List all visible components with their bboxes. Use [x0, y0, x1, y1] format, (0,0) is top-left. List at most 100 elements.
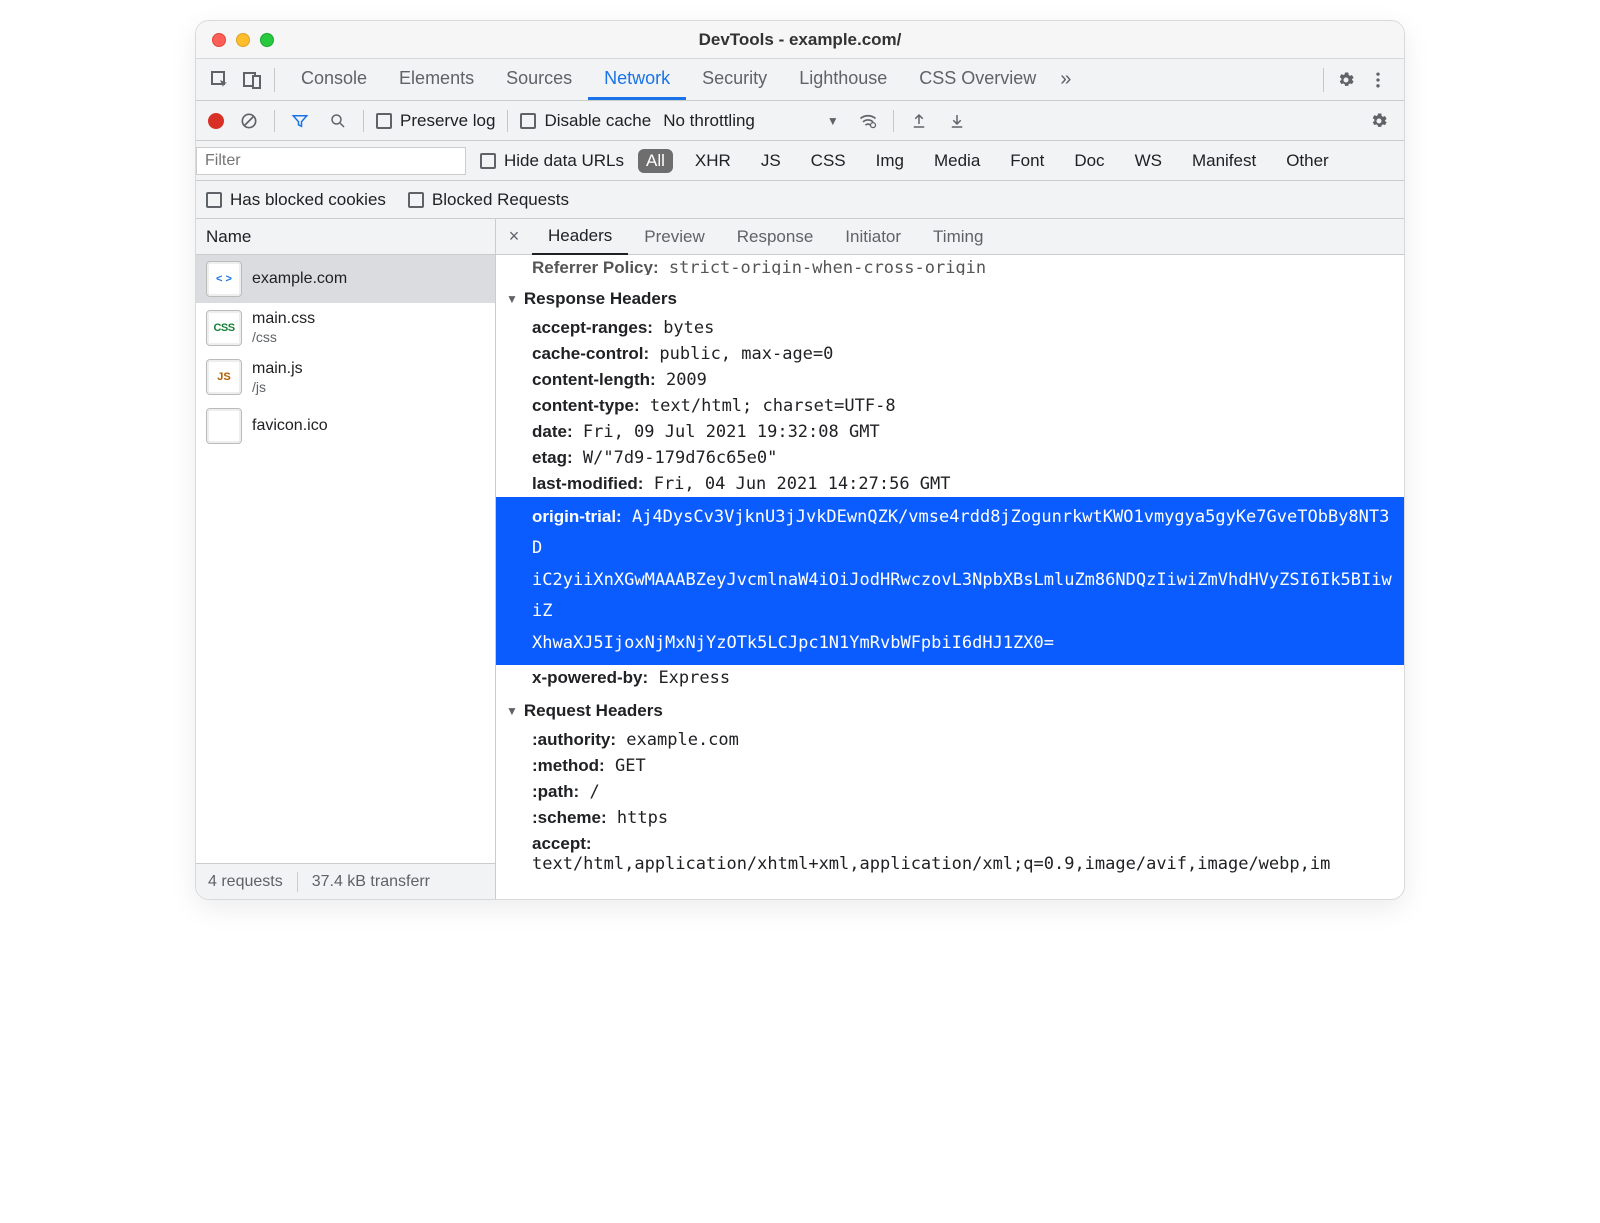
filter-pill-doc[interactable]: Doc: [1066, 149, 1112, 173]
network-conditions-icon[interactable]: [855, 108, 881, 134]
device-toolbar-icon[interactable]: [236, 64, 268, 96]
inspect-element-icon[interactable]: [204, 64, 236, 96]
header-row: :path: /: [496, 779, 1404, 805]
tab-elements[interactable]: Elements: [383, 59, 490, 100]
main-tabstrip: Console Elements Sources Network Securit…: [196, 59, 1404, 101]
disable-cache-label: Disable cache: [544, 111, 651, 131]
settings-icon[interactable]: [1330, 64, 1362, 96]
separator: [1323, 68, 1324, 92]
record-button[interactable]: [208, 113, 224, 129]
filter-pill-all[interactable]: All: [638, 149, 673, 173]
throttling-dropdown[interactable]: No throttling ▼: [663, 111, 843, 131]
filter-pill-media[interactable]: Media: [926, 149, 988, 173]
main-tabs: Console Elements Sources Network Securit…: [285, 59, 1052, 100]
request-row[interactable]: favicon.ico: [196, 402, 495, 450]
status-transfer-size: 37.4 kB transferr: [312, 873, 430, 891]
detail-tabs: × Headers Preview Response Initiator Tim…: [496, 219, 1404, 255]
kebab-menu-icon[interactable]: [1362, 64, 1394, 96]
blocked-requests-label: Blocked Requests: [432, 190, 569, 210]
tab-security[interactable]: Security: [686, 59, 783, 100]
request-headers-label: Request Headers: [524, 701, 663, 721]
header-row: x-powered-by: Express: [496, 665, 1404, 691]
filter-bar-2: Has blocked cookies Blocked Requests: [196, 181, 1404, 219]
request-row[interactable]: JS main.js /js: [196, 353, 495, 403]
titlebar: DevTools - example.com/: [196, 21, 1404, 59]
header-row: Referrer Policy: strict-origin-when-cros…: [496, 255, 1404, 275]
filter-pill-img[interactable]: Img: [868, 149, 912, 173]
clear-icon[interactable]: [236, 108, 262, 134]
header-row: :authority: example.com: [496, 727, 1404, 753]
header-row: :scheme: https: [496, 805, 1404, 831]
filter-pill-xhr[interactable]: XHR: [687, 149, 739, 173]
request-detail-pane: × Headers Preview Response Initiator Tim…: [496, 219, 1404, 899]
hide-data-urls-checkbox[interactable]: Hide data URLs: [480, 151, 624, 171]
filter-pill-other[interactable]: Other: [1278, 149, 1337, 173]
filter-pill-css[interactable]: CSS: [803, 149, 854, 173]
filter-input[interactable]: [196, 147, 466, 175]
response-headers-label: Response Headers: [524, 289, 677, 309]
filter-pill-js[interactable]: JS: [753, 149, 789, 173]
headers-body[interactable]: Referrer Policy: strict-origin-when-cros…: [496, 255, 1404, 899]
filter-pill-font[interactable]: Font: [1002, 149, 1052, 173]
separator: [363, 110, 364, 132]
header-row: content-type: text/html; charset=UTF-8: [496, 393, 1404, 419]
response-headers-section[interactable]: ▼ Response Headers: [496, 279, 1404, 315]
header-row: etag: W/"7d9-179d76c65e0": [496, 445, 1404, 471]
css-file-icon: CSS: [206, 310, 242, 346]
filter-bar: Hide data URLs All XHR JS CSS Img Media …: [196, 141, 1404, 181]
request-headers-section[interactable]: ▼ Request Headers: [496, 691, 1404, 727]
request-list-pane: Name < > example.com CSS main.css /css: [196, 219, 496, 899]
disable-cache-checkbox[interactable]: Disable cache: [520, 111, 651, 131]
separator: [507, 110, 508, 132]
header-row: :method: GET: [496, 753, 1404, 779]
request-path: /css: [252, 329, 315, 347]
blocked-requests-checkbox[interactable]: Blocked Requests: [408, 190, 569, 210]
search-icon[interactable]: [325, 108, 351, 134]
separator: [274, 68, 275, 92]
request-row[interactable]: < > example.com: [196, 255, 495, 303]
detail-tab-headers[interactable]: Headers: [532, 220, 628, 255]
hide-data-urls-label: Hide data URLs: [504, 151, 624, 171]
header-row: content-length: 2009: [496, 367, 1404, 393]
header-row-highlighted: origin-trial: Aj4DysCv3VjknU3jJvkDEwnQZK…: [496, 497, 1404, 665]
detail-tab-preview[interactable]: Preview: [628, 219, 720, 254]
request-name: main.css: [252, 309, 315, 329]
status-request-count: 4 requests: [208, 873, 283, 891]
request-row[interactable]: CSS main.css /css: [196, 303, 495, 353]
filter-pill-manifest[interactable]: Manifest: [1184, 149, 1264, 173]
tab-console[interactable]: Console: [285, 59, 383, 100]
generic-file-icon: [206, 408, 242, 444]
detail-tab-initiator[interactable]: Initiator: [829, 219, 917, 254]
request-path: /js: [252, 379, 303, 397]
name-column-header[interactable]: Name: [196, 219, 495, 255]
request-name: main.js: [252, 359, 303, 379]
download-har-icon[interactable]: [944, 108, 970, 134]
header-row: last-modified: Fri, 04 Jun 2021 14:27:56…: [496, 471, 1404, 497]
tab-lighthouse[interactable]: Lighthouse: [783, 59, 903, 100]
filter-pill-ws[interactable]: WS: [1127, 149, 1170, 173]
tab-css-overview[interactable]: CSS Overview: [903, 59, 1052, 100]
upload-har-icon[interactable]: [906, 108, 932, 134]
detail-tab-timing[interactable]: Timing: [917, 219, 999, 254]
header-row: date: Fri, 09 Jul 2021 19:32:08 GMT: [496, 419, 1404, 445]
request-rows: < > example.com CSS main.css /css JS ma: [196, 255, 495, 863]
js-file-icon: JS: [206, 359, 242, 395]
network-toolbar: Preserve log Disable cache No throttling…: [196, 101, 1404, 141]
disclosure-triangle-icon: ▼: [506, 292, 518, 306]
preserve-log-label: Preserve log: [400, 111, 495, 131]
header-row: accept-ranges: bytes: [496, 315, 1404, 341]
network-settings-icon[interactable]: [1366, 108, 1392, 134]
has-blocked-cookies-checkbox[interactable]: Has blocked cookies: [206, 190, 386, 210]
more-tabs-icon[interactable]: »: [1052, 68, 1079, 91]
filter-icon[interactable]: [287, 108, 313, 134]
request-name: favicon.ico: [252, 416, 328, 436]
close-detail-icon[interactable]: ×: [496, 226, 532, 247]
request-name: example.com: [252, 269, 347, 289]
network-split-view: Name < > example.com CSS main.css /css: [196, 219, 1404, 899]
tab-network[interactable]: Network: [588, 59, 686, 100]
detail-tab-response[interactable]: Response: [721, 219, 830, 254]
preserve-log-checkbox[interactable]: Preserve log: [376, 111, 495, 131]
disclosure-triangle-icon: ▼: [506, 704, 518, 718]
header-row: accept: text/html,application/xhtml+xml,…: [496, 831, 1404, 877]
tab-sources[interactable]: Sources: [490, 59, 588, 100]
